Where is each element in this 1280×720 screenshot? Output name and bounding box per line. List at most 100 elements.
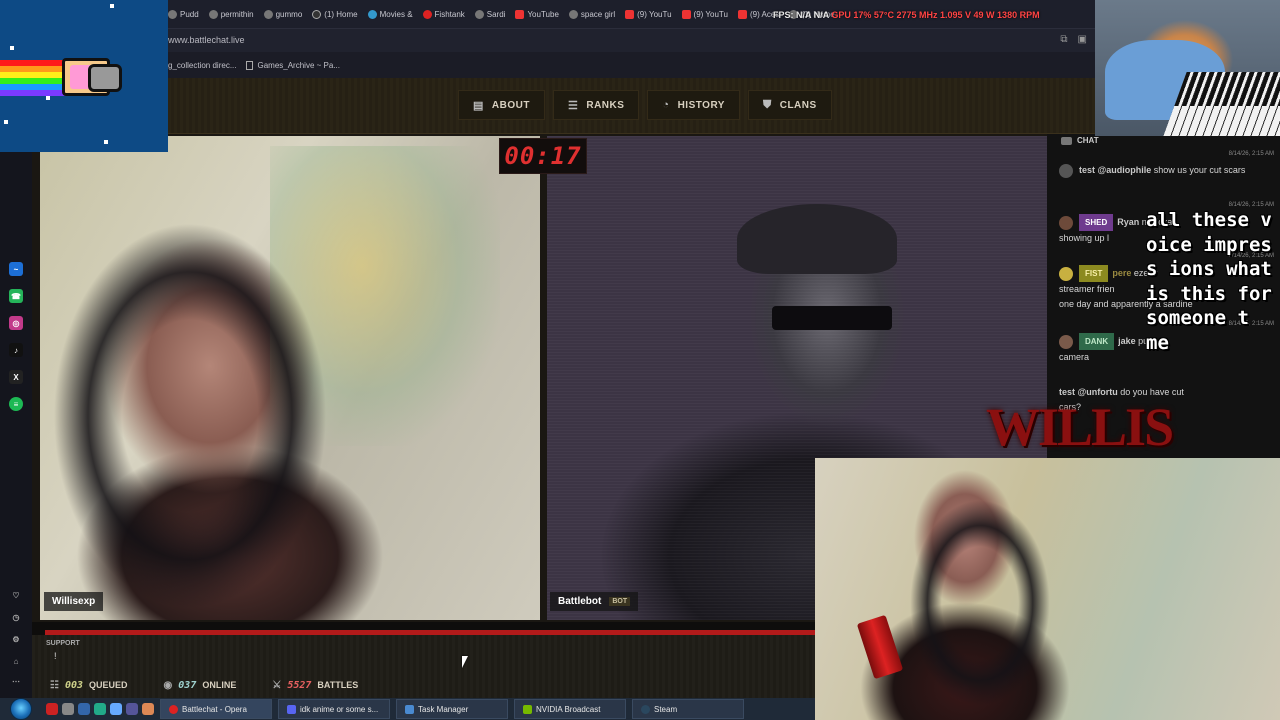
rank-icon: ☰ <box>567 99 579 112</box>
messenger-icon[interactable]: ~ <box>9 262 23 276</box>
browser-tab[interactable]: Sardi <box>474 9 505 19</box>
stats-bar: ☷ 003 QUEUED ◉ 037 ONLINE ⚔ 5527 BATTLES <box>32 672 815 698</box>
message-text: streamer frien <box>1059 284 1115 294</box>
opera-icon <box>169 704 178 714</box>
battles-label: BATTLES <box>317 680 359 690</box>
stat-queued: ☷ 003 QUEUED <box>50 680 128 691</box>
nvidia-icon <box>523 704 532 714</box>
star-icon <box>110 4 114 8</box>
avatar <box>1059 215 1073 230</box>
nyan-cat-overlay <box>0 0 168 152</box>
nav-ranks[interactable]: ☰ RANKS <box>552 90 640 120</box>
browser-tab[interactable]: Movies & <box>367 9 413 19</box>
fps-na: N/A <box>813 10 829 20</box>
spotify-icon[interactable]: ≡ <box>9 397 23 411</box>
nav-label: HISTORY <box>677 99 725 111</box>
windows-taskbar: Battlechat - Opera idk anime or some s..… <box>0 698 815 720</box>
online-label: ONLINE <box>202 680 237 690</box>
browser-tab[interactable]: YouTube <box>515 9 559 19</box>
extensions-icon[interactable]: ⌂ <box>9 654 23 668</box>
taskbar-item-task-manager[interactable]: Task Manager <box>396 699 508 719</box>
tab-label: (1) Home <box>324 9 358 19</box>
browser-tab[interactable]: Fishtank <box>422 9 465 19</box>
nav-label: RANKS <box>586 99 625 111</box>
whatsapp-icon[interactable]: ☎ <box>9 289 23 303</box>
x-icon[interactable]: X <box>9 370 23 384</box>
bot-badge: BOT <box>609 597 631 606</box>
chat-message: 8/14/26, 2:15 AM test @audiophile show u… <box>1059 151 1274 178</box>
tab-label: space girl <box>580 9 616 19</box>
taskbar-item-opera[interactable]: Battlechat - Opera <box>160 699 272 719</box>
nav-history[interactable]: ◔ HISTORY <box>647 90 740 120</box>
message-user[interactable]: jake <box>1118 336 1136 346</box>
browser-sidebar: ~ ☎ ◎ ♪ X ≡ ♡ ◷ ⚙ ⌂ ⋯ <box>0 152 32 698</box>
browser-tab[interactable]: permithin <box>208 9 254 19</box>
address-bar-icons: ⧉ ▣ <box>1060 34 1087 45</box>
more-icon[interactable]: ⋯ <box>9 674 23 688</box>
support-button[interactable]: ! <box>54 651 57 661</box>
tab-label: permithin <box>220 9 254 19</box>
message-user[interactable]: Ryan <box>1117 217 1139 227</box>
performance-overlay: FPS: N/A N/A GPU 17% 57°C 2775 MHz 1.095… <box>773 10 1040 20</box>
history-icon[interactable]: ◷ <box>9 610 23 624</box>
nav-about[interactable]: ▤ ABOUT <box>458 90 545 120</box>
chat-icon <box>1061 136 1072 145</box>
nyan-cat-head <box>88 64 122 92</box>
browser-tab[interactable]: (9) YouTu <box>625 9 672 19</box>
task-label: NVIDIA Broadcast <box>536 704 601 714</box>
start-button[interactable] <box>10 698 32 720</box>
browser-tab[interactable]: (9) YouTu <box>681 9 728 19</box>
discord-icon[interactable] <box>126 703 138 715</box>
star-icon <box>10 46 14 50</box>
taskbar-item-steam[interactable]: Steam <box>632 699 744 719</box>
bot-hair <box>737 204 897 274</box>
alert-icon: ! <box>54 651 57 661</box>
avatar <box>1059 266 1073 281</box>
star-icon <box>4 120 8 124</box>
queued-count: 003 <box>64 679 84 691</box>
message-user[interactable]: pere <box>1112 268 1131 278</box>
browser-tab[interactable]: gummo <box>263 9 303 19</box>
bookmark[interactable]: g_collection direc... <box>168 61 236 70</box>
opera-icon[interactable] <box>46 703 58 715</box>
firefox-icon[interactable] <box>142 703 154 715</box>
message-user[interactable]: test @audiophile <box>1079 165 1151 175</box>
bot-sunglasses <box>772 306 892 330</box>
task-manager-icon <box>405 704 414 714</box>
browser-tab[interactable]: space girl <box>568 9 616 19</box>
settings-icon[interactable]: ⚙ <box>9 632 23 646</box>
chat-title: CHAT <box>1077 136 1099 145</box>
tiktok-icon[interactable]: ♪ <box>9 343 23 357</box>
url-field[interactable]: www.battlechat.live <box>168 35 245 45</box>
browser-tab[interactable]: Pudd <box>168 9 199 19</box>
message-timestamp: 8/14/26, 2:15 AM <box>1228 151 1274 157</box>
nav-clans[interactable]: ⛊ CLANS <box>747 90 832 120</box>
willis-logo: WILLIS <box>986 397 1174 457</box>
chrome-icon[interactable] <box>94 703 106 715</box>
task-label: Steam <box>654 704 678 714</box>
instagram-icon[interactable]: ◎ <box>9 316 23 330</box>
rank-badge: FIST <box>1079 265 1109 282</box>
camera-icon[interactable]: ▣ <box>1078 34 1087 45</box>
stat-online: ◉ 037 ONLINE <box>164 680 237 691</box>
taskbar-item-nvidia[interactable]: NVIDIA Broadcast <box>514 699 626 719</box>
right-player-name: Battlebot <box>558 596 602 607</box>
heart-icon[interactable]: ♡ <box>9 588 23 602</box>
tab-label: (9) YouTu <box>637 9 672 19</box>
bookmark-label: g_collection direc... <box>168 60 237 70</box>
tab-label: gummo <box>275 9 303 19</box>
streamer-webcam <box>815 458 1280 720</box>
explorer-icon[interactable] <box>62 703 74 715</box>
message-text: camera <box>1059 352 1090 362</box>
bookmark[interactable]: Games_Archive ~ Pa... <box>246 60 340 70</box>
edge-icon[interactable] <box>110 703 122 715</box>
browser-tab[interactable]: (1) Home <box>312 9 358 19</box>
left-player-name-tag: Willisexp <box>44 592 104 611</box>
rank-badge: SHED <box>1079 214 1114 231</box>
star-icon <box>104 140 108 144</box>
app-icon[interactable] <box>78 703 90 715</box>
taskbar-item-discord[interactable]: idk anime or some s... <box>278 699 390 719</box>
clock-icon: ◔ <box>662 99 670 111</box>
share-icon[interactable]: ⧉ <box>1060 34 1067 45</box>
queued-label: QUEUED <box>89 680 128 690</box>
